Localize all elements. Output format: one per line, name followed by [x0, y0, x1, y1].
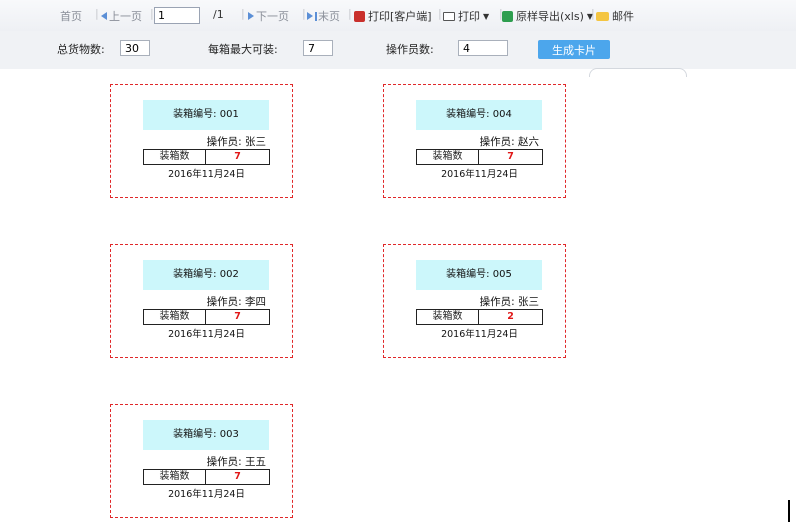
- excel-icon: [502, 10, 513, 22]
- mail-icon: [596, 11, 609, 21]
- box-card: 装箱编号: 004 操作员: 赵六 装箱数 7 2016年11月24日: [383, 84, 566, 198]
- card-date: 2016年11月24日: [168, 489, 245, 500]
- card-date: 2016年11月24日: [441, 169, 518, 180]
- per-box-input[interactable]: [303, 40, 333, 56]
- box-count-table: 装箱数 7: [143, 469, 270, 485]
- card-date: 2016年11月24日: [168, 329, 245, 340]
- export-label: 原样导出(xls): [516, 10, 584, 23]
- mail-label: 邮件: [612, 10, 634, 23]
- prev-page-button[interactable]: 上一页: [101, 8, 142, 24]
- box-number: 装箱编号: 001: [143, 100, 269, 130]
- total-goods-label: 总货物数:: [57, 43, 105, 56]
- last-page-label: 末页: [318, 10, 340, 23]
- box-number: 装箱编号: 005: [416, 260, 542, 290]
- box-card: 装箱编号: 003 操作员: 王五 装箱数 7 2016年11月24日: [110, 404, 293, 518]
- operators-input[interactable]: [458, 40, 508, 56]
- prev-page-label: 上一页: [109, 10, 142, 23]
- last-arrow-icon: [307, 12, 313, 20]
- card-date: 2016年11月24日: [168, 169, 245, 180]
- box-count-value: 2: [507, 311, 514, 322]
- box-count-table: 装箱数 7: [143, 309, 270, 325]
- first-page-button[interactable]: 首页: [60, 8, 82, 24]
- last-page-button[interactable]: 末页: [307, 8, 340, 24]
- total-goods-input[interactable]: [120, 40, 150, 56]
- box-count-label: 装箱数: [144, 310, 206, 324]
- box-card: 装箱编号: 002 操作员: 李四 装箱数 7 2016年11月24日: [110, 244, 293, 358]
- print-dropdown-icon: ▼: [483, 11, 490, 21]
- box-number: 装箱编号: 004: [416, 100, 542, 130]
- printer-icon: [443, 11, 455, 21]
- next-page-button[interactable]: 下一页: [248, 8, 289, 24]
- box-count-label: 装箱数: [417, 150, 479, 164]
- next-arrow-icon: [248, 12, 254, 20]
- next-page-label: 下一页: [256, 10, 289, 23]
- parameter-form: 总货物数: 每箱最大可装: 操作员数: 生成卡片: [0, 31, 796, 69]
- report-toolbar: 首页 | 上一页 | /1 | 下一页 | 末页 | 打印[客户端] | 打印 …: [0, 0, 796, 31]
- box-card: 装箱编号: 001 操作员: 张三 装箱数 7 2016年11月24日: [110, 84, 293, 198]
- last-bar-icon: [315, 11, 317, 21]
- generate-cards-button[interactable]: 生成卡片: [538, 40, 610, 59]
- operator-name: 操作员: 李四: [206, 296, 266, 308]
- page-total: /1: [213, 8, 224, 21]
- box-count-value: 7: [234, 311, 241, 322]
- card-date: 2016年11月24日: [441, 329, 518, 340]
- box-count-value: 7: [507, 151, 514, 162]
- collapse-panel-handle[interactable]: [589, 68, 687, 77]
- per-box-label: 每箱最大可装:: [208, 43, 278, 56]
- print-button[interactable]: 打印 ▼: [443, 8, 489, 24]
- box-number: 装箱编号: 003: [143, 420, 269, 450]
- box-count-value: 7: [234, 471, 241, 482]
- box-count-label: 装箱数: [144, 470, 206, 484]
- box-card: 装箱编号: 005 操作员: 张三 装箱数 2 2016年11月24日: [383, 244, 566, 358]
- box-count-table: 装箱数 2: [416, 309, 543, 325]
- print-client-button[interactable]: 打印[客户端]: [354, 8, 432, 24]
- operator-name: 操作员: 王五: [206, 456, 266, 468]
- box-count-table: 装箱数 7: [143, 149, 270, 165]
- page-number-input[interactable]: [154, 7, 200, 24]
- print-client-label: 打印[客户端]: [368, 10, 432, 23]
- export-xls-button[interactable]: 原样导出(xls) ▼: [502, 8, 593, 24]
- pdf-print-icon: [354, 10, 365, 22]
- box-count-value: 7: [234, 151, 241, 162]
- operator-name: 操作员: 张三: [206, 136, 266, 148]
- operators-label: 操作员数:: [386, 43, 434, 56]
- mail-button[interactable]: 邮件: [596, 8, 634, 24]
- print-label: 打印: [458, 10, 480, 23]
- prev-arrow-icon: [101, 12, 107, 20]
- text-cursor: [788, 500, 790, 522]
- first-page-label: 首页: [60, 10, 82, 23]
- operator-name: 操作员: 赵六: [479, 136, 539, 148]
- box-count-table: 装箱数 7: [416, 149, 543, 165]
- operator-name: 操作员: 张三: [479, 296, 539, 308]
- box-count-label: 装箱数: [144, 150, 206, 164]
- box-number: 装箱编号: 002: [143, 260, 269, 290]
- box-count-label: 装箱数: [417, 310, 479, 324]
